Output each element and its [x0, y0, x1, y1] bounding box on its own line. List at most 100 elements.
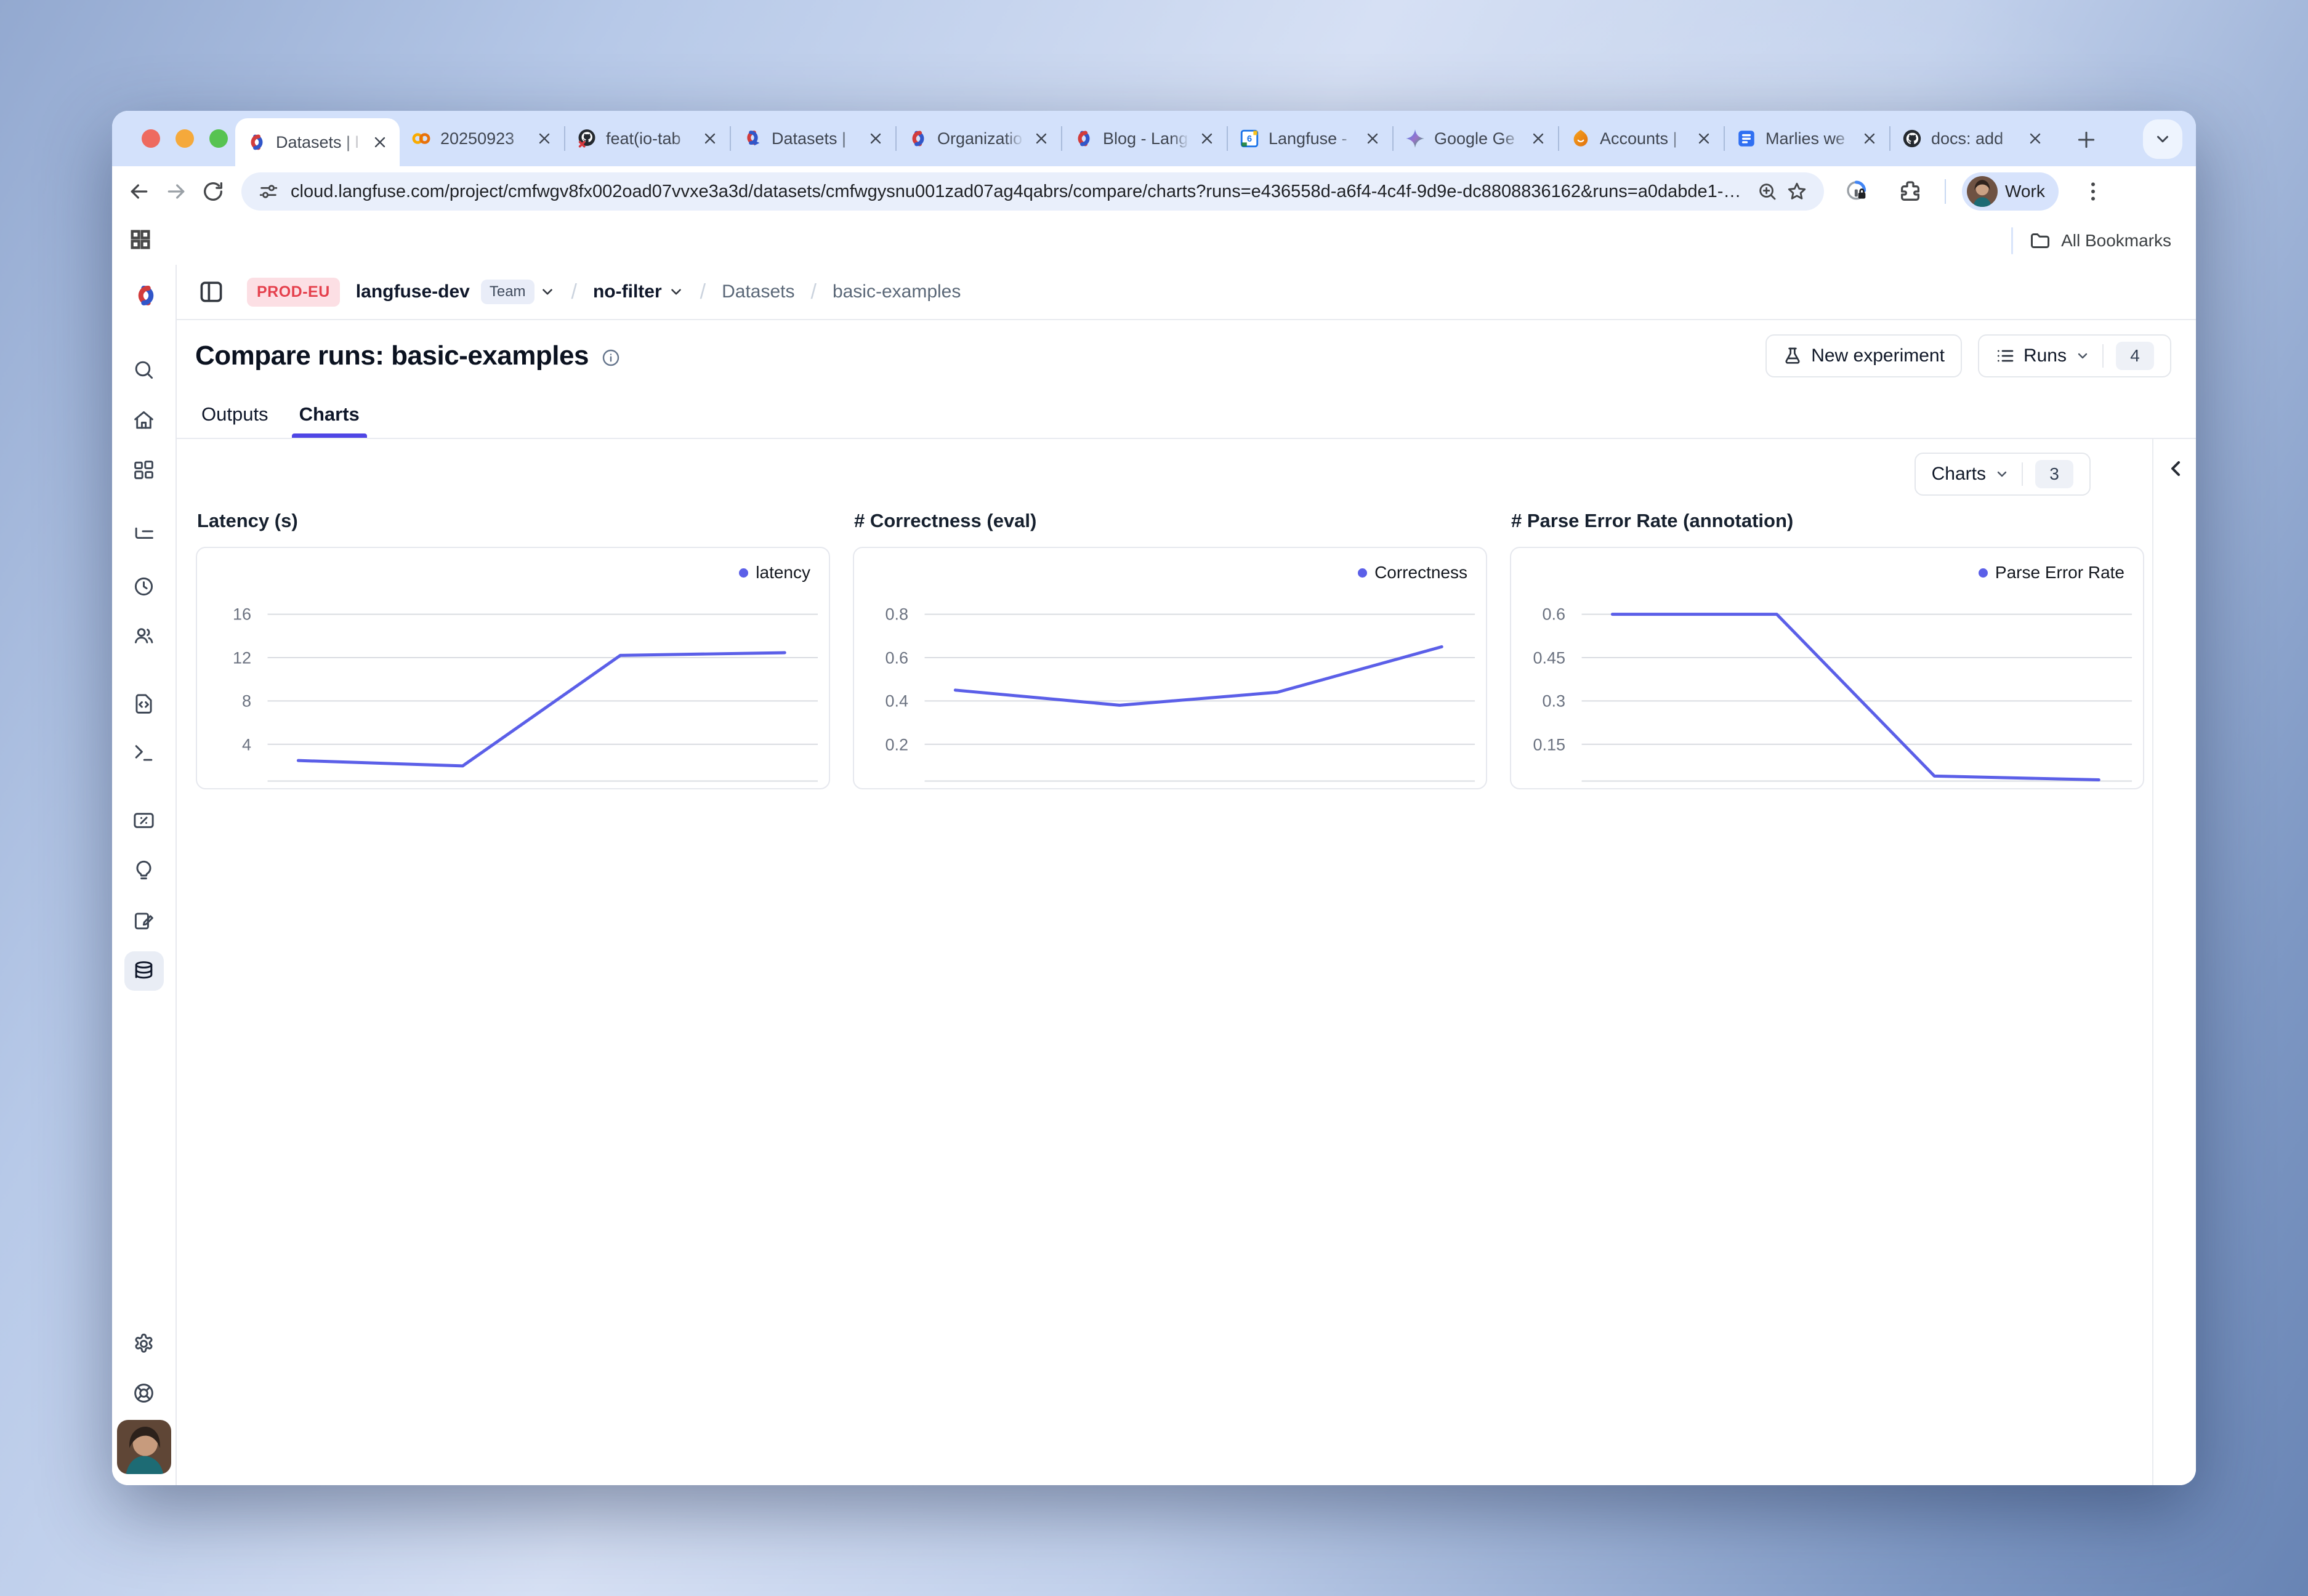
user-avatar[interactable] [117, 1420, 171, 1474]
breadcrumb: PROD-EU langfuse-dev Team / no-filter / … [177, 265, 2196, 320]
password-manager-icon[interactable] [1839, 173, 1876, 210]
tab-title: Accounts | [1600, 129, 1687, 148]
browser-tab-5[interactable]: Organizatio [897, 111, 1061, 166]
bookmark-star-icon[interactable] [1782, 177, 1812, 206]
maximize-window-button[interactable] [209, 129, 228, 148]
tab-close-icon[interactable] [371, 134, 389, 151]
breadcrumb-dataset-link[interactable]: basic-examples [833, 281, 961, 302]
forward-button[interactable] [158, 173, 195, 210]
back-button[interactable] [121, 173, 158, 210]
url-text[interactable]: cloud.langfuse.com/project/cmfwgv8fx002o… [291, 182, 1753, 202]
url-bar[interactable]: cloud.langfuse.com/project/cmfwgv8fx002o… [241, 172, 1824, 211]
browser-tab-7[interactable]: 6Langfuse - [1228, 111, 1392, 166]
zoom-icon[interactable] [1753, 177, 1782, 206]
info-icon[interactable] [601, 348, 621, 368]
project-selector[interactable]: no-filter [593, 281, 684, 302]
site-settings-icon[interactable] [254, 177, 283, 206]
chart-title: # Parse Error Rate (annotation) [1511, 510, 2144, 532]
view-tabs: Outputs Charts [177, 391, 2196, 439]
sidebar-rail [112, 265, 177, 1485]
sidebar-item-evaluation[interactable] [124, 800, 164, 840]
tab-search-button[interactable] [2143, 119, 2182, 159]
chevron-down-icon [1995, 467, 2009, 482]
browser-tab-4[interactable]: Datasets | [731, 111, 895, 166]
svg-text:6: 6 [1247, 134, 1252, 144]
list-icon [1995, 346, 2015, 366]
sidebar-item-annotation-queues[interactable] [124, 901, 164, 940]
charts-filter-button[interactable]: Charts 3 [1915, 453, 2091, 496]
bookmarks-bar: All Bookmarks [112, 217, 2196, 266]
playground-icon [132, 741, 155, 764]
tab-close-icon[interactable] [536, 130, 553, 147]
tab-close-icon[interactable] [1364, 130, 1381, 147]
browser-tab-9[interactable]: Accounts | [1559, 111, 1724, 166]
sidebar-item-sessions[interactable] [124, 566, 164, 606]
apps-grid-icon[interactable] [128, 227, 153, 255]
tab-close-icon[interactable] [2027, 130, 2044, 147]
flask-icon [1783, 346, 1802, 366]
breadcrumb-datasets-link[interactable]: Datasets [722, 281, 794, 302]
org-plan-selector[interactable]: Team [481, 280, 555, 304]
tab-close-icon[interactable] [1033, 130, 1050, 147]
chart-2: # Correctness (eval)Correctness0.80.60.4… [853, 510, 1487, 789]
sidebar-item-search[interactable] [124, 350, 164, 389]
support-icon [132, 1382, 155, 1405]
browser-tab-10[interactable]: Marlies we [1725, 111, 1889, 166]
chevron-down-icon [539, 284, 555, 300]
langfuse-favicon [908, 128, 929, 149]
sidebar-item-playground[interactable] [124, 733, 164, 772]
browser-tab-6[interactable]: Blog - Lang [1062, 111, 1227, 166]
home-icon [132, 409, 155, 432]
breadcrumb-separator: / [700, 280, 706, 304]
extensions-icon[interactable] [1892, 173, 1929, 210]
sidebar-toggle-icon[interactable] [198, 278, 225, 305]
browser-tab-1[interactable]: Datasets | l [235, 118, 400, 166]
tab-close-icon[interactable] [1695, 130, 1713, 147]
minimize-window-button[interactable] [176, 129, 194, 148]
langfuse-logo[interactable] [132, 282, 159, 307]
tab-close-icon[interactable] [1198, 130, 1216, 147]
profile-chip[interactable]: Work [1962, 172, 2059, 211]
sidebar-item-datasets[interactable] [124, 951, 164, 991]
collapse-panel-button[interactable] [2163, 456, 2188, 481]
sidebar-item-insights[interactable] [124, 850, 164, 890]
breadcrumb-separator: / [810, 280, 816, 304]
runs-selector-button[interactable]: Runs 4 [1978, 334, 2171, 377]
sidebar-item-users[interactable] [124, 616, 164, 655]
tab-close-icon[interactable] [867, 130, 884, 147]
github-favicon [1902, 128, 1923, 149]
charts-row: Latency (s)latency161284# Correctness (e… [196, 510, 2144, 789]
tab-title: Marlies we [1765, 129, 1852, 148]
all-bookmarks-button[interactable]: All Bookmarks [2029, 230, 2171, 252]
close-window-button[interactable] [142, 129, 160, 148]
browser-tab-11[interactable]: docs: add [1890, 111, 2055, 166]
tab-close-icon[interactable] [1530, 130, 1547, 147]
browser-tab-8[interactable]: Google Ge [1394, 111, 1558, 166]
browser-tab-3[interactable]: feat(io-tab [565, 111, 730, 166]
chart-title: Latency (s) [197, 510, 830, 532]
browser-menu-icon[interactable] [2075, 173, 2112, 210]
tab-close-icon[interactable] [701, 130, 719, 147]
folder-icon [2029, 230, 2051, 252]
sidebar-item-tracing[interactable] [124, 516, 164, 555]
profile-name: Work [2005, 182, 2045, 201]
line-chart-plot [197, 548, 829, 789]
new-tab-button[interactable] [2070, 124, 2102, 156]
new-experiment-button[interactable]: New experiment [1765, 334, 1962, 377]
org-name[interactable]: langfuse-dev [356, 281, 470, 302]
sidebar-item-support[interactable] [124, 1373, 164, 1413]
tab-outputs[interactable]: Outputs [201, 391, 268, 438]
sidebar-item-settings[interactable] [124, 1324, 164, 1363]
sidebar-item-prompts[interactable] [124, 684, 164, 723]
tab-charts[interactable]: Charts [299, 391, 360, 438]
browser-tab-2[interactable]: 20250923 [400, 111, 564, 166]
github-pr-favicon [576, 128, 597, 149]
sidebar-item-home[interactable] [124, 400, 164, 440]
tab-close-icon[interactable] [1861, 130, 1878, 147]
tab-title: docs: add [1931, 129, 2018, 148]
langfuse-favicon [1073, 128, 1094, 149]
notion-favicon [1736, 128, 1757, 149]
chevron-down-icon [668, 284, 684, 300]
reload-button[interactable] [195, 173, 232, 210]
sidebar-item-dashboards[interactable] [124, 450, 164, 490]
